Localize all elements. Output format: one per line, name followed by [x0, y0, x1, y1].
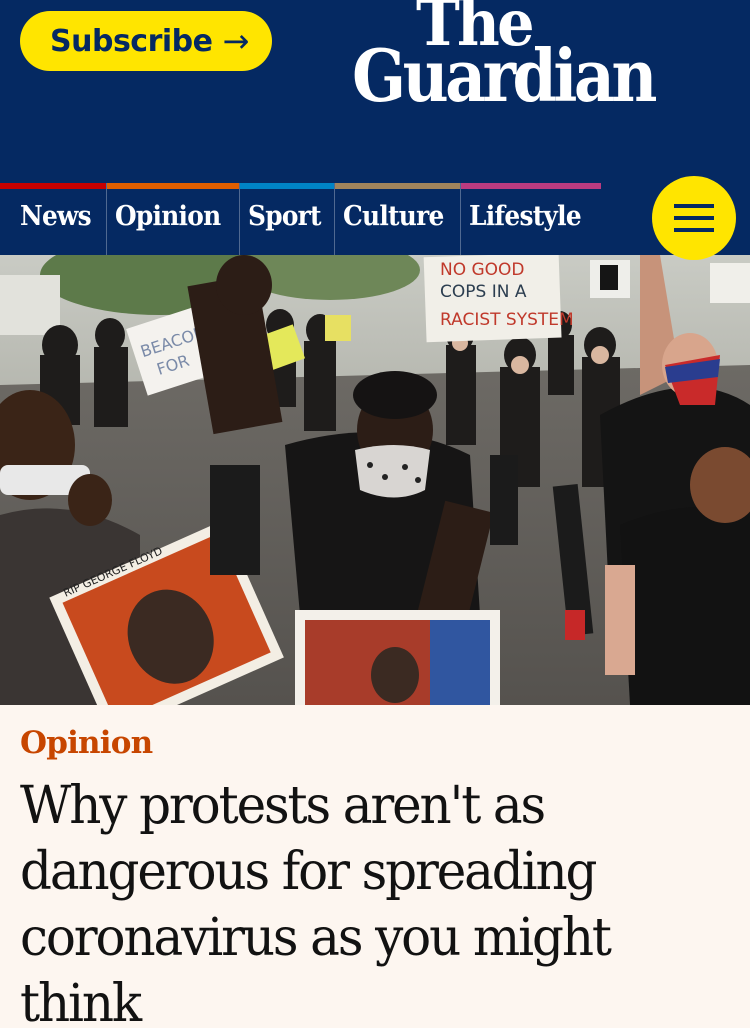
- nav-item-sport[interactable]: Sport: [239, 183, 334, 255]
- floyd-portrait-center: [295, 610, 500, 705]
- subscribe-button[interactable]: Subscribe →: [20, 11, 272, 71]
- nav-item-lifestyle[interactable]: Lifestyle: [460, 183, 601, 255]
- subscribe-label: Subscribe: [50, 23, 213, 59]
- logo-line-2: Guardian: [352, 33, 657, 118]
- section-kicker[interactable]: Opinion: [20, 725, 153, 761]
- nav-color-bar: [0, 183, 106, 189]
- protest-photo: NO GOOD COPS IN A RACIST SYSTEM BEACON F…: [0, 255, 750, 705]
- guardian-logo[interactable]: The Guardian: [352, 0, 712, 115]
- nav-item-news[interactable]: News: [0, 183, 106, 255]
- protest-sign-racist-system: NO GOOD COPS IN A RACIST SYSTEM: [423, 255, 574, 343]
- arrow-right-icon: →: [222, 22, 249, 60]
- nav-color-bar: [240, 183, 334, 189]
- headline-line: coronavirus as you might: [20, 908, 612, 968]
- svg-text:NO GOOD: NO GOOD: [440, 260, 525, 280]
- section-nav: News Opinion Sport Culture Lifestyle: [0, 183, 750, 255]
- svg-text:COPS IN A: COPS IN A: [440, 282, 527, 302]
- menu-line: [674, 216, 714, 220]
- article-main-image[interactable]: NO GOOD COPS IN A RACIST SYSTEM BEACON F…: [0, 255, 750, 705]
- headline-line: think: [20, 974, 142, 1028]
- headline-line: dangerous for spreading: [20, 842, 597, 902]
- nav-item-label: Opinion: [115, 201, 221, 232]
- nav-item-label: Culture: [343, 201, 444, 232]
- nav-item-label: Lifestyle: [469, 201, 582, 232]
- headline-line: Why protests aren't as: [20, 776, 546, 836]
- article-header: Opinion Why protests aren't as dangerous…: [0, 705, 750, 1028]
- nav-item-label: News: [20, 201, 92, 232]
- nav-color-bar: [335, 183, 460, 189]
- hamburger-menu-icon[interactable]: [652, 176, 736, 260]
- nav-item-culture[interactable]: Culture: [334, 183, 460, 255]
- nav-item-label: Sport: [248, 201, 322, 232]
- menu-line: [674, 228, 714, 232]
- article-headline[interactable]: Why protests aren't as dangerous for spr…: [20, 773, 740, 1028]
- site-header: Subscribe → The Guardian: [0, 0, 750, 183]
- nav-item-opinion[interactable]: Opinion: [106, 183, 239, 255]
- menu-line: [674, 204, 714, 208]
- nav-color-bar: [461, 183, 601, 189]
- nav-color-bar: [107, 183, 239, 189]
- svg-text:RACIST SYSTEM: RACIST SYSTEM: [440, 310, 574, 330]
